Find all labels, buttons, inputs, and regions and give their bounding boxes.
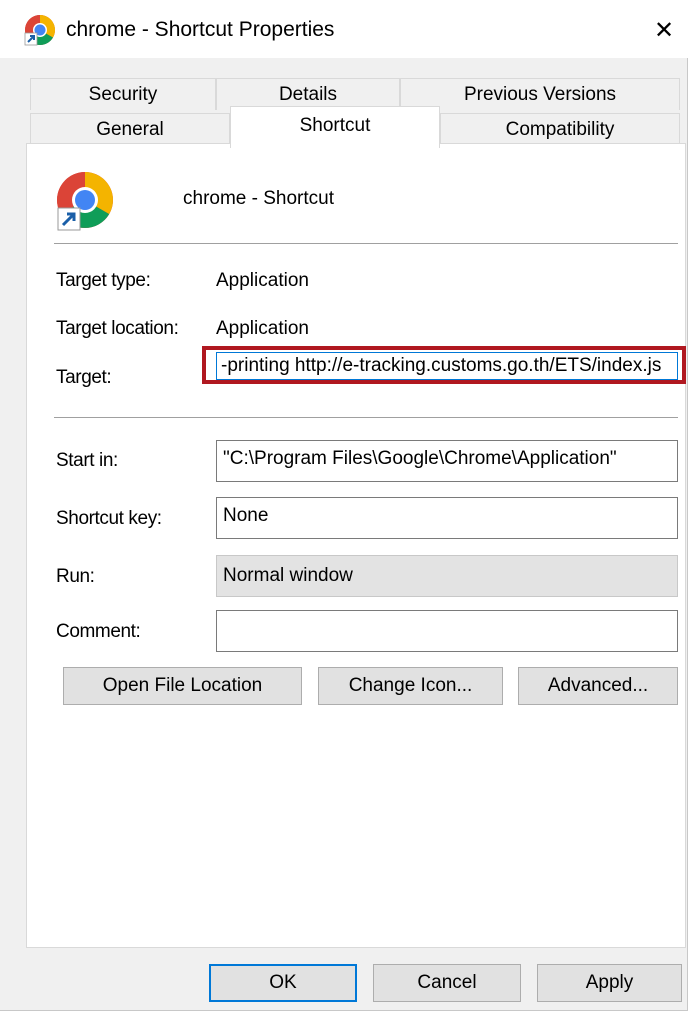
advanced-button[interactable]: Advanced... <box>518 667 678 705</box>
shortcut-key-label: Shortcut key: <box>56 508 162 529</box>
comment-field[interactable] <box>216 610 678 652</box>
start-in-field[interactable]: "C:\Program Files\Google\Chrome\Applicat… <box>216 440 678 482</box>
target-type-value: Application <box>216 270 309 291</box>
apply-button[interactable]: Apply <box>537 964 682 1002</box>
properties-dialog: chrome - Shortcut Properties ✕ Security … <box>0 0 688 1011</box>
start-in-label: Start in: <box>56 450 118 471</box>
tab-previous-versions[interactable]: Previous Versions <box>400 78 680 110</box>
chrome-shortcut-icon <box>54 170 116 232</box>
run-select[interactable]: Normal window <box>216 555 678 597</box>
target-type-label: Target type: <box>56 270 151 291</box>
target-field[interactable]: -printing http://e-tracking.customs.go.t… <box>216 352 678 380</box>
target-label: Target: <box>56 367 112 388</box>
separator <box>54 243 678 244</box>
cancel-button[interactable]: Cancel <box>373 964 521 1002</box>
change-icon-button[interactable]: Change Icon... <box>318 667 503 705</box>
tab-security[interactable]: Security <box>30 78 216 110</box>
shortcut-key-field[interactable]: None <box>216 497 678 539</box>
shortcut-panel <box>26 143 686 948</box>
target-location-value: Application <box>216 318 309 339</box>
tab-general[interactable]: General <box>30 113 230 145</box>
tab-shortcut[interactable]: Shortcut <box>230 106 440 148</box>
comment-label: Comment: <box>56 621 141 642</box>
title-bar: chrome - Shortcut Properties ✕ <box>0 0 688 58</box>
separator <box>54 417 678 418</box>
target-location-label: Target location: <box>56 318 179 339</box>
tab-compatibility[interactable]: Compatibility <box>440 113 680 145</box>
close-button[interactable]: ✕ <box>640 8 688 52</box>
open-file-location-button[interactable]: Open File Location <box>63 667 302 705</box>
close-icon: ✕ <box>653 16 675 44</box>
shortcut-name: chrome - Shortcut <box>183 188 334 209</box>
chrome-icon <box>24 14 56 46</box>
ok-button[interactable]: OK <box>209 964 357 1002</box>
window-title: chrome - Shortcut Properties <box>66 18 335 41</box>
run-label: Run: <box>56 566 95 587</box>
